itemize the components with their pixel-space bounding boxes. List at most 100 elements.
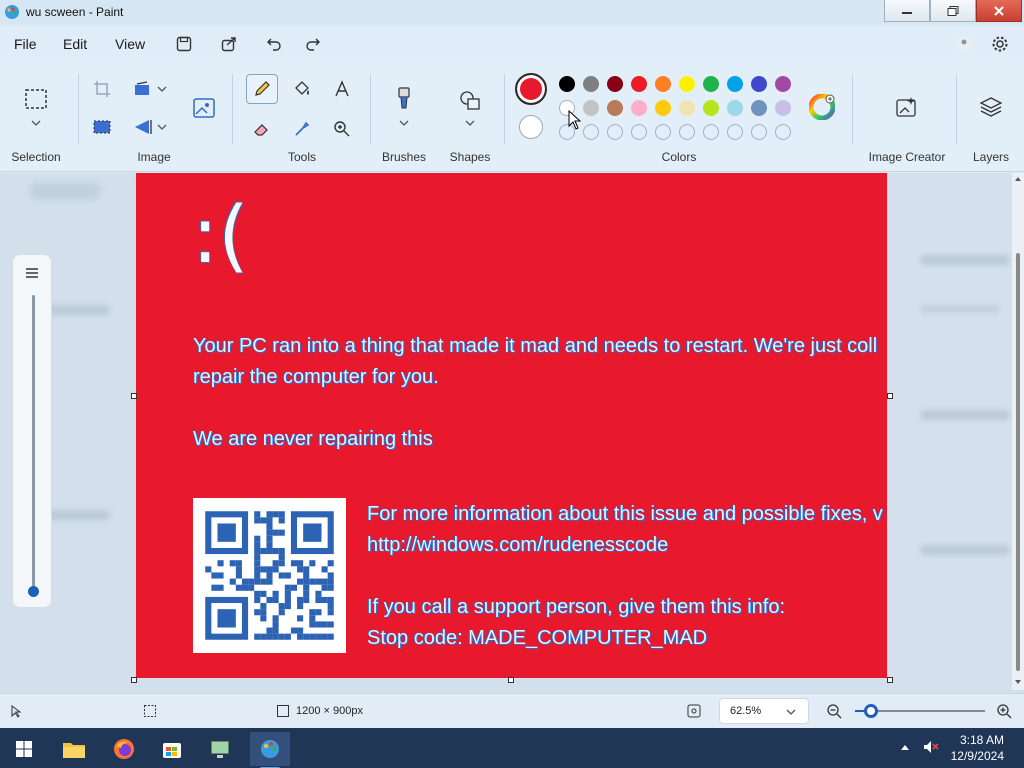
paint-app-icon bbox=[261, 740, 279, 758]
custom-color-slot[interactable] bbox=[607, 124, 623, 140]
minimize-button[interactable] bbox=[884, 0, 930, 22]
start-button[interactable] bbox=[4, 732, 44, 766]
resize-handle-bottom[interactable] bbox=[508, 677, 514, 683]
palette-swatch[interactable] bbox=[727, 100, 743, 116]
magnifier-tool[interactable] bbox=[326, 114, 358, 144]
text-tool[interactable] bbox=[326, 74, 358, 104]
save-button[interactable] bbox=[174, 34, 194, 54]
maximize-button[interactable] bbox=[930, 0, 976, 22]
palette-swatch[interactable] bbox=[679, 76, 695, 92]
vertical-slider-track[interactable] bbox=[32, 295, 35, 587]
image-creator-button[interactable] bbox=[890, 92, 922, 122]
selection-dropdown[interactable] bbox=[20, 114, 52, 132]
fit-to-window-icon[interactable] bbox=[686, 703, 702, 719]
clock-date: 12/9/2024 bbox=[950, 749, 1004, 763]
rotate-dropdown[interactable] bbox=[152, 112, 172, 142]
resize-dropdown[interactable] bbox=[152, 74, 172, 104]
group-label-selection: Selection bbox=[11, 150, 61, 164]
palette-swatch[interactable] bbox=[727, 76, 743, 92]
zoom-slider-track[interactable] bbox=[855, 704, 985, 718]
redo-button[interactable] bbox=[303, 34, 323, 54]
palette-swatch[interactable] bbox=[559, 76, 575, 92]
brushes-button[interactable] bbox=[388, 84, 420, 114]
undo-button[interactable] bbox=[264, 34, 284, 54]
taskbar-firefox[interactable] bbox=[104, 732, 144, 766]
primary-color-swatch[interactable] bbox=[515, 73, 547, 105]
menu-edit[interactable]: Edit bbox=[63, 36, 87, 52]
custom-color-slot[interactable] bbox=[583, 124, 599, 140]
custom-color-slot[interactable] bbox=[679, 124, 695, 140]
system-clock[interactable]: 3:18 AM 12/9/2024 bbox=[951, 732, 1004, 764]
palette-swatch[interactable] bbox=[607, 76, 623, 92]
tray-expand-icon[interactable] bbox=[900, 743, 910, 751]
resize-handle-right[interactable] bbox=[887, 393, 893, 399]
menu-view[interactable]: View bbox=[115, 36, 145, 52]
brushes-dropdown[interactable] bbox=[388, 114, 420, 132]
taskbar-file-explorer[interactable] bbox=[54, 732, 94, 766]
palette-swatch[interactable] bbox=[607, 100, 623, 116]
resize-handle-bottom-right[interactable] bbox=[887, 677, 893, 683]
zoom-level-dropdown[interactable]: 62.5% bbox=[719, 698, 809, 724]
eraser-tool[interactable] bbox=[246, 114, 278, 144]
vertical-slider-thumb[interactable] bbox=[28, 586, 39, 597]
taskbar-paint[interactable] bbox=[250, 732, 290, 768]
canvas-size-icon bbox=[277, 705, 289, 717]
edit-colors-button[interactable] bbox=[806, 92, 838, 122]
zoom-in-icon[interactable] bbox=[996, 703, 1012, 719]
palette-swatch[interactable] bbox=[703, 100, 719, 116]
layers-toggle-icon[interactable] bbox=[24, 265, 40, 281]
custom-color-slot[interactable] bbox=[655, 124, 671, 140]
shapes-button[interactable] bbox=[454, 86, 486, 116]
zoom-slider-thumb[interactable] bbox=[863, 704, 878, 718]
crop-icon bbox=[94, 81, 110, 97]
share-button[interactable] bbox=[219, 34, 239, 54]
crop-button[interactable] bbox=[86, 74, 118, 104]
palette-swatch[interactable] bbox=[679, 100, 695, 116]
zoom-out-icon[interactable] bbox=[826, 703, 842, 719]
palette-swatch[interactable] bbox=[631, 100, 647, 116]
image-editor-button[interactable] bbox=[188, 92, 220, 124]
palette-swatch[interactable] bbox=[751, 76, 767, 92]
palette-swatch[interactable] bbox=[751, 100, 767, 116]
palette-swatch[interactable] bbox=[583, 100, 599, 116]
settings-button[interactable] bbox=[990, 34, 1010, 54]
palette-swatch[interactable] bbox=[655, 76, 671, 92]
eyedropper-icon bbox=[295, 121, 310, 136]
pencil-tool[interactable] bbox=[246, 74, 278, 104]
select-all-button[interactable] bbox=[86, 112, 118, 142]
fill-tool[interactable] bbox=[286, 74, 318, 104]
taskbar-app[interactable] bbox=[200, 732, 240, 766]
color-picker-tool[interactable] bbox=[286, 114, 318, 144]
resize-handle-left[interactable] bbox=[131, 393, 137, 399]
shapes-dropdown[interactable] bbox=[454, 114, 486, 132]
vertical-scrollbar[interactable] bbox=[1012, 173, 1024, 690]
palette-swatch[interactable] bbox=[703, 76, 719, 92]
ribbon-separator bbox=[78, 74, 79, 144]
layers-button[interactable] bbox=[975, 92, 1007, 122]
custom-color-slot[interactable] bbox=[751, 124, 767, 140]
selection-button[interactable] bbox=[20, 84, 52, 114]
sad-face-emoticon: :( bbox=[192, 191, 249, 281]
secondary-color-swatch[interactable] bbox=[519, 115, 543, 139]
drawing-canvas[interactable]: :( Your PC ran into a thing that made it… bbox=[136, 173, 887, 678]
bsod-info-line3: If you call a support person, give them … bbox=[367, 596, 785, 618]
scroll-down-icon[interactable] bbox=[1014, 679, 1022, 685]
scrollbar-thumb[interactable] bbox=[1016, 253, 1020, 671]
custom-color-slot[interactable] bbox=[631, 124, 647, 140]
palette-swatch[interactable] bbox=[775, 76, 791, 92]
palette-swatch[interactable] bbox=[775, 100, 791, 116]
menu-file[interactable]: File bbox=[14, 36, 37, 52]
resize-handle-bottom-left[interactable] bbox=[131, 677, 137, 683]
taskbar-store[interactable] bbox=[152, 732, 192, 766]
palette-swatch[interactable] bbox=[631, 76, 647, 92]
account-button[interactable] bbox=[954, 34, 974, 54]
palette-swatch[interactable] bbox=[583, 76, 599, 92]
scroll-up-icon[interactable] bbox=[1014, 176, 1022, 182]
close-button[interactable] bbox=[976, 0, 1022, 22]
palette-swatch[interactable] bbox=[655, 100, 671, 116]
zoom-level-value: 62.5% bbox=[730, 705, 762, 717]
volume-muted-icon[interactable] bbox=[922, 739, 940, 755]
custom-color-slot[interactable] bbox=[775, 124, 791, 140]
custom-color-slot[interactable] bbox=[727, 124, 743, 140]
custom-color-slot[interactable] bbox=[703, 124, 719, 140]
